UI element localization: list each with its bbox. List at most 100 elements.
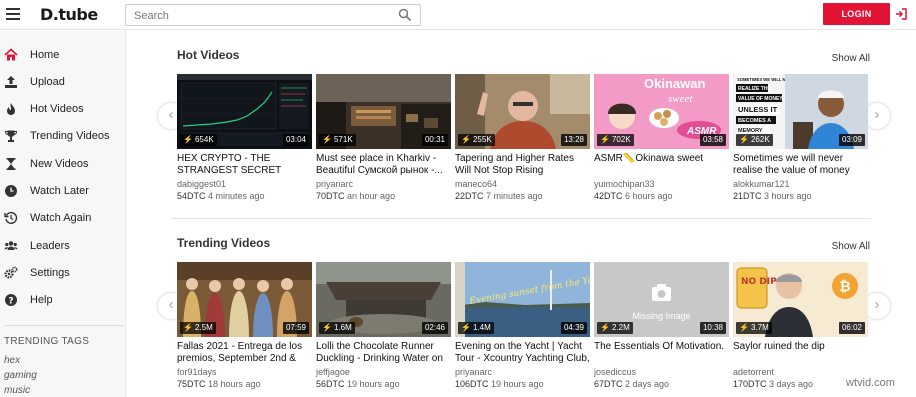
sidebar-item-watch-again[interactable]: Watch Again (0, 205, 126, 232)
video-author[interactable]: yuimochipan33 (594, 179, 655, 189)
section-title-hot-videos: Hot Videos (177, 48, 240, 62)
video-title[interactable]: Fallas 2021 - Entrega de los premios, Se… (177, 341, 312, 365)
views-badge: ⚡ 2.5M (180, 322, 216, 334)
dtc-value: 70DTC (316, 191, 345, 201)
login-button[interactable]: LOGIN (823, 3, 890, 25)
show-all-hot-link[interactable]: Show All (832, 53, 870, 64)
money-line: BECOMES A (738, 118, 771, 124)
video-author[interactable]: adetorrent (733, 367, 774, 377)
home-icon (4, 48, 18, 61)
video-author[interactable]: for91days (177, 367, 217, 377)
view-count: 1.4M (472, 323, 491, 332)
search-box[interactable] (125, 4, 421, 26)
dtc-value: 75DTC (177, 379, 206, 389)
sidebar-item-watch-later[interactable]: Watch Later (0, 178, 126, 205)
sidebar-item-leaders[interactable]: Leaders (0, 233, 126, 260)
views-badge: ⚡ 3.7M (736, 322, 772, 334)
bolt-icon: ⚡ (322, 135, 332, 144)
video-title[interactable]: Must see place in Kharkiv - Beautiful Су… (316, 153, 451, 177)
question-icon: ? (5, 294, 17, 307)
video-author[interactable]: dabiggest01 (177, 179, 226, 189)
video-thumbnail[interactable]: Evening sunset from the Yacht ⚡ 1.4M 04:3… (455, 262, 590, 337)
sidebar-item-label: Watch Again (30, 212, 92, 224)
duration-badge: 03:58 (699, 134, 726, 146)
trophy-icon (4, 130, 18, 142)
show-all-trending-link[interactable]: Show All (832, 241, 870, 252)
video-time: 4 minutes ago (208, 191, 265, 201)
video-title[interactable]: Lolli the Chocolate Runner Duckling - Dr… (316, 341, 451, 365)
video-thumbnail[interactable]: ⚡ 2.5M 07:59 (177, 262, 312, 337)
video-author[interactable]: maneco64 (455, 179, 497, 189)
dtc-value: 67DTC (594, 379, 623, 389)
money-line: UNLESS IT (738, 105, 778, 114)
sidebar-item-new-videos[interactable]: New Videos (0, 151, 126, 178)
video-thumbnail[interactable]: ⚡ 1.6M 02:46 (316, 262, 451, 337)
video-meta: 21DTC 3 hours ago (733, 191, 812, 201)
video-title[interactable]: The Essentials Of Motivation. (594, 341, 729, 365)
video-thumbnail[interactable]: Missing Image ⚡ 2.2M 10:38 (594, 262, 729, 337)
nodip-text: NO DIP! (741, 277, 781, 287)
video-author[interactable]: josediccus (594, 367, 636, 377)
video-author[interactable]: priyanarc (455, 367, 492, 377)
tag-link[interactable]: music (4, 385, 30, 396)
sidebar-item-trending-videos[interactable]: Trending Videos (0, 123, 126, 150)
video-time: 19 hours ago (491, 379, 544, 389)
sidebar-item-label: Watch Later (30, 185, 89, 197)
video-meta: 42DTC 6 hours ago (594, 191, 673, 201)
view-count: 2.2M (611, 323, 630, 332)
sidebar-item-label: Upload (30, 76, 65, 88)
menu-icon[interactable] (6, 8, 20, 21)
views-badge: ⚡ 2.2M (597, 322, 633, 334)
dtube-logo[interactable]: D.tube (40, 5, 98, 24)
divider (4, 325, 124, 326)
video-thumbnail[interactable]: ⚡ 654K 03:04 (177, 74, 312, 149)
sidebar-item-help[interactable]: ? Help (0, 287, 126, 314)
bolt-icon: ⚡ (461, 135, 471, 144)
video-title[interactable]: HEX CRYPTO - THE STRANGEST SECRET (177, 153, 312, 177)
video-title[interactable]: Sometimes we will never realise the valu… (733, 153, 868, 177)
video-meta: 56DTC 19 hours ago (316, 379, 400, 389)
sign-in-icon[interactable] (895, 8, 907, 20)
sidebar-item-hot-videos[interactable]: Hot Videos (0, 96, 126, 123)
duration-badge: 07:59 (282, 322, 309, 334)
sidebar-item-label: Leaders (30, 240, 70, 252)
search-icon[interactable] (398, 8, 412, 22)
views-badge: ⚡ 262K (736, 134, 773, 146)
search-input[interactable] (134, 8, 384, 23)
view-count: 2.5M (194, 323, 213, 332)
missing-image-label: Missing Image (632, 311, 690, 321)
dtc-value: 21DTC (733, 191, 762, 201)
video-thumbnail[interactable]: ⚡ 571K 00:31 (316, 74, 451, 149)
video-thumbnail[interactable]: Okinawan sweet ASMR ⚡ 702K 03:58 (594, 74, 729, 149)
dtc-value: 22DTC (455, 191, 484, 201)
view-count: 255K (472, 135, 492, 144)
video-title[interactable]: Saylor ruined the dip (733, 341, 868, 365)
video-thumbnail[interactable]: SOMETIMES WE WILL NEVER REALIZE THE VALU… (733, 74, 868, 149)
users-icon (4, 241, 18, 250)
duration-badge: 13:28 (560, 134, 587, 146)
video-author[interactable]: priyanarc (316, 179, 353, 189)
sidebar-item-label: Home (30, 49, 60, 61)
video-thumbnail[interactable]: NO DIP! ₿ ⚡ 3.7M 06:02 (733, 262, 868, 337)
view-count: 571K (333, 135, 353, 144)
sidebar-item-home[interactable]: Home (0, 42, 126, 69)
tag-link[interactable]: hex (4, 355, 20, 366)
tag-link[interactable]: gaming (4, 370, 37, 381)
dtc-value: 54DTC (177, 191, 206, 201)
video-title[interactable]: Tapering and Higher Rates Will Not Stop … (455, 153, 590, 177)
clock-icon (5, 185, 17, 197)
dtc-value: 170DTC (733, 379, 767, 389)
bolt-icon: ⚡ (183, 323, 193, 332)
duration-badge: 03:09 (838, 134, 865, 146)
video-thumbnail[interactable]: ⚡ 255K 13:28 (455, 74, 590, 149)
money-line: REALIZE THE (738, 86, 771, 92)
video-author[interactable]: jeffjagoe (316, 367, 350, 377)
video-title[interactable]: Evening on the Yacht | Yacht Tour - Xcou… (455, 341, 590, 365)
trending-tags-heading: TRENDING TAGS (4, 336, 90, 347)
top-bar: D.tube LOGIN (0, 0, 916, 30)
duration-badge: 02:46 (421, 322, 448, 334)
sidebar-item-upload[interactable]: Upload (0, 69, 126, 96)
sidebar-item-settings[interactable]: Settings (0, 260, 126, 287)
video-author[interactable]: alokkumar121 (733, 179, 790, 189)
video-title[interactable]: ASMR📏Okinawa sweet (594, 153, 729, 177)
